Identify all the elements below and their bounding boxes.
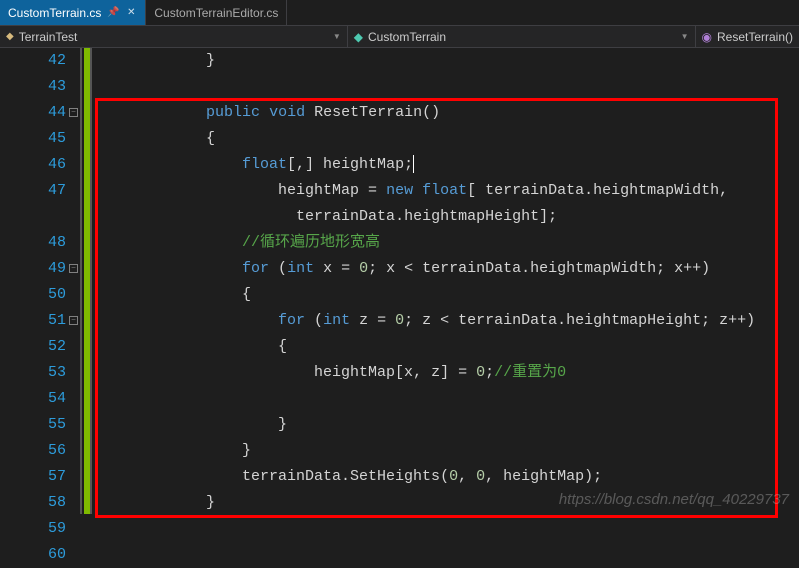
tab-customterraineditor[interactable]: CustomTerrainEditor.cs bbox=[146, 0, 287, 25]
line-number: 59 bbox=[0, 516, 66, 542]
line-number: 47 bbox=[0, 178, 66, 204]
line-number: 53 bbox=[0, 360, 66, 386]
namespace-dropdown[interactable]: ◆ TerrainTest ▼ bbox=[0, 26, 348, 47]
code-line[interactable]: //循环遍历地形宽高 bbox=[98, 230, 799, 256]
class-icon: ◆ bbox=[354, 30, 363, 44]
tab-customterrain[interactable]: CustomTerrain.cs 📌 ✕ bbox=[0, 0, 146, 25]
method-dropdown[interactable]: ◉ ResetTerrain() bbox=[696, 26, 799, 47]
line-number: 44 bbox=[0, 100, 66, 126]
line-number: 52 bbox=[0, 334, 66, 360]
line-number: 46 bbox=[0, 152, 66, 178]
code-line[interactable]: for (int z = 0; z < terrainData.heightma… bbox=[98, 308, 799, 334]
tab-bar: CustomTerrain.cs 📌 ✕ CustomTerrainEditor… bbox=[0, 0, 799, 26]
code-content[interactable]: } public void ResetTerrain() { float[,] … bbox=[98, 48, 799, 568]
fold-toggle-icon[interactable]: − bbox=[69, 264, 78, 273]
code-line[interactable]: float[,] heightMap; bbox=[98, 152, 799, 178]
fold-toggle-icon[interactable]: − bbox=[69, 108, 78, 117]
code-line[interactable]: } bbox=[98, 412, 799, 438]
namespace-icon: ◆ bbox=[6, 31, 14, 42]
code-line[interactable]: } bbox=[98, 48, 799, 74]
line-number: 54 bbox=[0, 386, 66, 412]
code-line[interactable]: } bbox=[98, 490, 799, 516]
line-number: 42 bbox=[0, 48, 66, 74]
class-dropdown[interactable]: ◆ CustomTerrain ▼ bbox=[348, 26, 696, 47]
code-line[interactable]: terrainData.heightmapHeight]; bbox=[98, 204, 799, 230]
line-number: 49 bbox=[0, 256, 66, 282]
code-line[interactable]: public void ResetTerrain() bbox=[98, 100, 799, 126]
class-label: CustomTerrain bbox=[368, 30, 446, 44]
code-line[interactable] bbox=[98, 542, 799, 568]
code-line[interactable]: { bbox=[98, 126, 799, 152]
line-number: 56 bbox=[0, 438, 66, 464]
code-line[interactable]: heightMap[x, z] = 0;//重置为0 bbox=[98, 360, 799, 386]
code-line[interactable]: for (int x = 0; x < terrainData.heightma… bbox=[98, 256, 799, 282]
code-line[interactable] bbox=[98, 386, 799, 412]
chevron-down-icon: ▼ bbox=[333, 32, 341, 41]
namespace-label: TerrainTest bbox=[19, 30, 78, 44]
line-number: 45 bbox=[0, 126, 66, 152]
pin-icon[interactable]: 📌 bbox=[107, 7, 119, 19]
tab-label: CustomTerrainEditor.cs bbox=[154, 6, 278, 20]
fold-indicator-track: − − − bbox=[68, 48, 80, 514]
line-number: 51 bbox=[0, 308, 66, 334]
tab-label: CustomTerrain.cs bbox=[8, 6, 101, 20]
method-label: ResetTerrain() bbox=[717, 30, 793, 44]
line-number: 58 bbox=[0, 490, 66, 516]
line-number: 50 bbox=[0, 282, 66, 308]
line-number: 55 bbox=[0, 412, 66, 438]
line-number: 60 bbox=[0, 542, 66, 568]
line-number bbox=[0, 204, 66, 230]
code-line[interactable]: { bbox=[98, 334, 799, 360]
code-line[interactable] bbox=[98, 516, 799, 542]
line-number-gutter: 42434445464748495051525354555657585960−−… bbox=[0, 48, 80, 514]
code-editor[interactable]: 42434445464748495051525354555657585960−−… bbox=[0, 48, 799, 514]
close-icon[interactable]: ✕ bbox=[125, 7, 137, 19]
code-line[interactable] bbox=[98, 74, 799, 100]
code-line[interactable]: { bbox=[98, 282, 799, 308]
code-line[interactable]: heightMap = new float[ terrainData.heigh… bbox=[98, 178, 799, 204]
breadcrumb-bar: ◆ TerrainTest ▼ ◆ CustomTerrain ▼ ◉ Rese… bbox=[0, 26, 799, 48]
method-icon: ◉ bbox=[702, 30, 712, 44]
line-number: 57 bbox=[0, 464, 66, 490]
line-number: 48 bbox=[0, 230, 66, 256]
code-line[interactable]: } bbox=[98, 438, 799, 464]
code-line[interactable]: terrainData.SetHeights(0, 0, heightMap); bbox=[98, 464, 799, 490]
chevron-down-icon: ▼ bbox=[681, 32, 689, 41]
line-number: 43 bbox=[0, 74, 66, 100]
fold-toggle-icon[interactable]: − bbox=[69, 316, 78, 325]
